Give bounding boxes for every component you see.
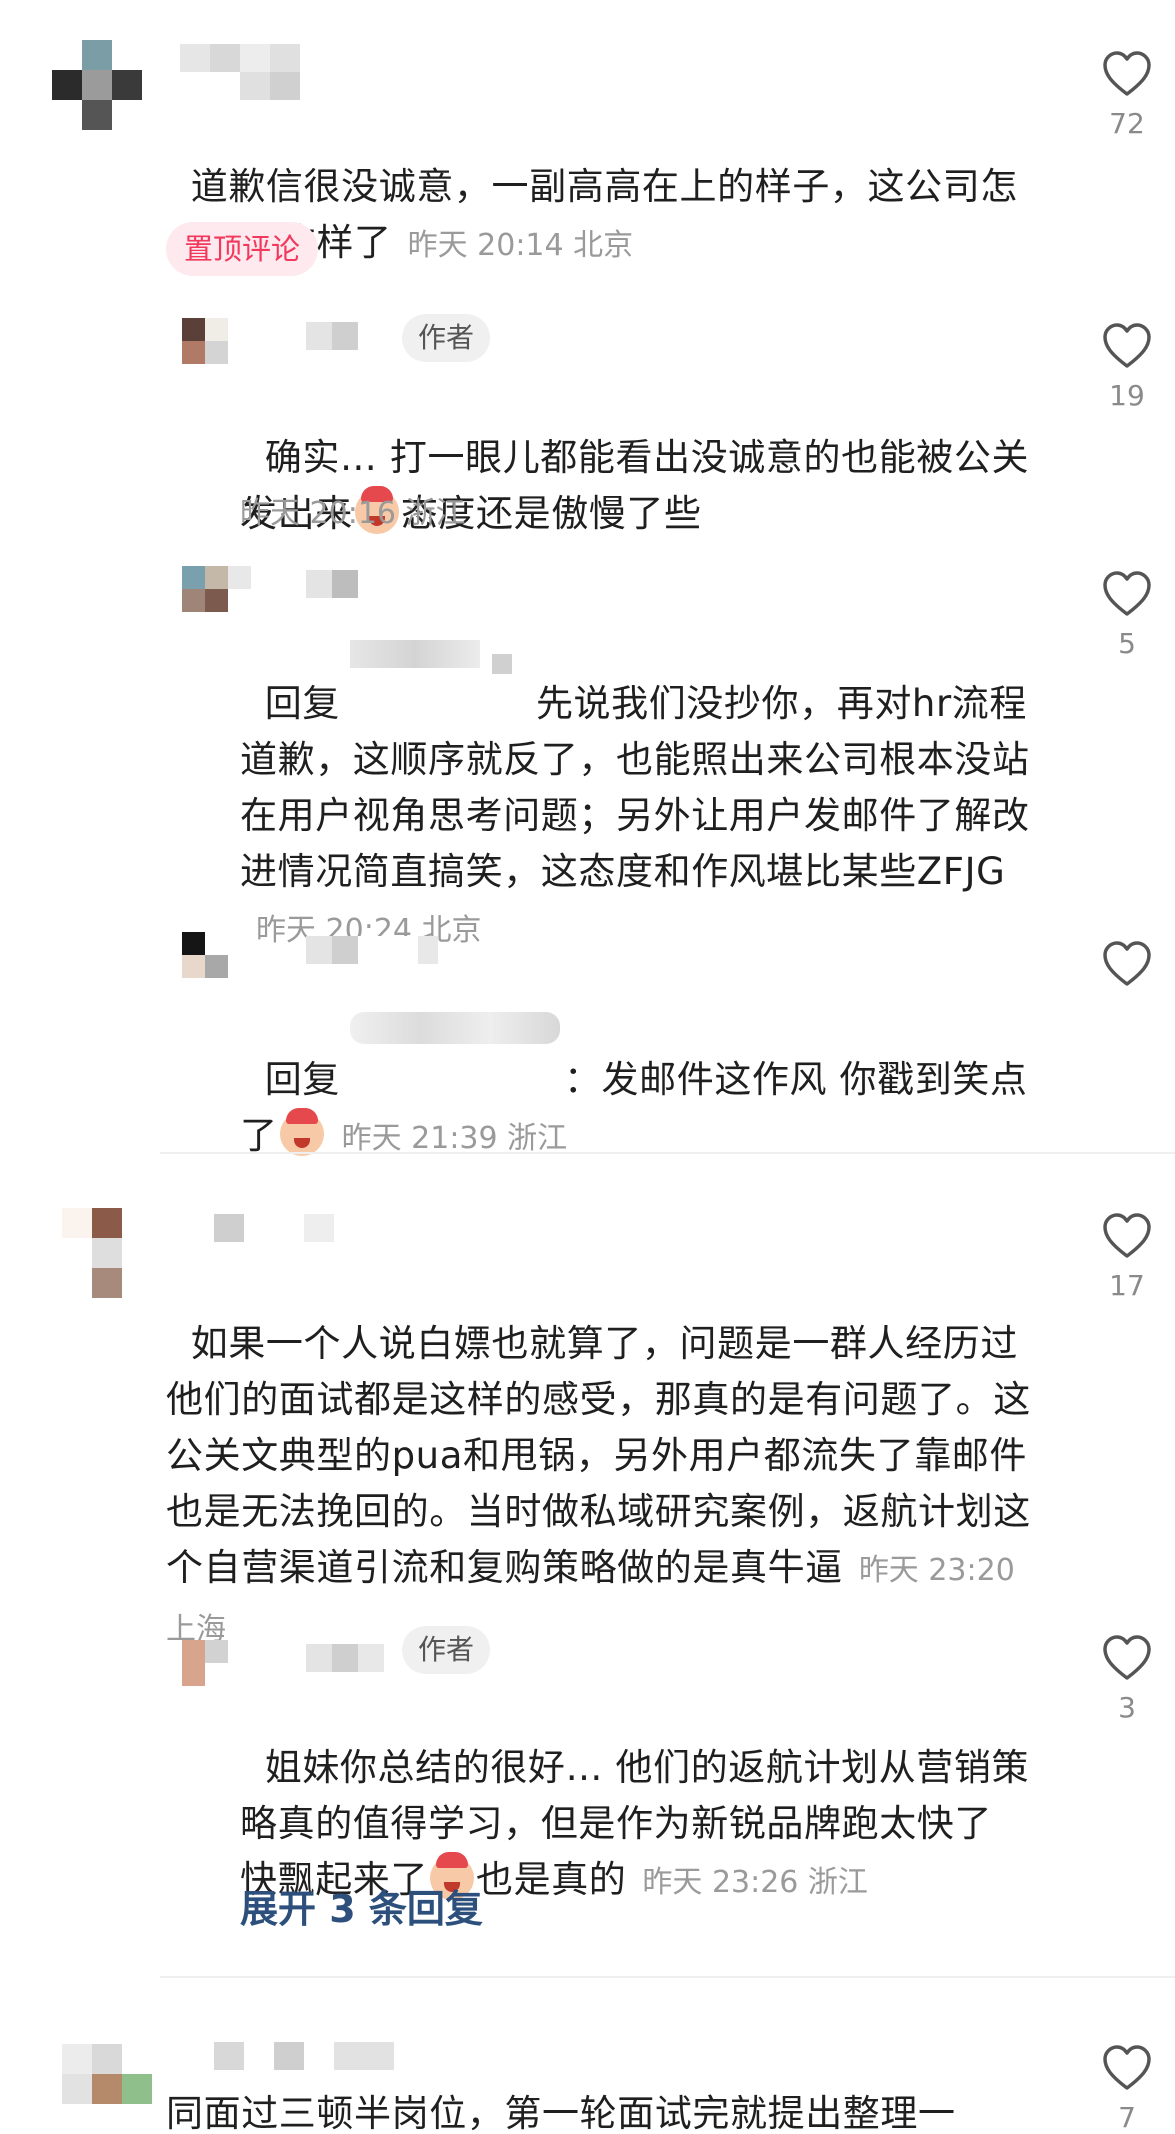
username-blurred[interactable]: [214, 1214, 334, 1242]
avatar[interactable]: [182, 932, 251, 1001]
reply-time: 昨天 20:16 浙江: [240, 496, 466, 531]
pinned-badge: 置顶评论: [166, 222, 319, 276]
like-button[interactable]: [1092, 940, 1162, 998]
divider: [160, 1976, 1175, 1978]
comment-text: 同面过三顿半岗位，第一轮面试完就提出整理一: [166, 2092, 956, 2131]
username-blurred[interactable]: [306, 570, 358, 598]
like-button[interactable]: 19: [1092, 322, 1162, 412]
like-button[interactable]: 17: [1092, 1212, 1162, 1302]
heart-outline-icon: [1103, 323, 1151, 368]
avatar[interactable]: [62, 2044, 152, 2134]
heart-outline-icon: [1103, 941, 1151, 986]
like-count: 17: [1109, 1269, 1145, 1302]
reply-text: 回复 先说我们没抄你，再对hr流程道歉，这顺序就反了，也能照出来公司根本没站在用户…: [240, 620, 1040, 959]
like-count: 3: [1118, 1691, 1136, 1724]
avatar[interactable]: [62, 1208, 152, 1298]
mentioned-user-blurred[interactable]: [350, 640, 480, 668]
divider: [160, 1152, 1175, 1154]
reply-time: 昨天 23:26 浙江: [642, 1865, 868, 1900]
author-badge: 作者: [402, 314, 491, 362]
reply-prefix: 回复: [264, 1058, 340, 1101]
avatar[interactable]: [52, 40, 142, 130]
comment-text-clip: 同面过三顿半岗位，第一轮面试完就提出整理一: [166, 2086, 1046, 2131]
like-button[interactable]: 5: [1092, 570, 1162, 660]
heart-outline-icon: [1103, 1635, 1151, 1680]
like-count: 5: [1118, 627, 1136, 660]
reply-prefix: 回复: [264, 682, 340, 725]
mentioned-user-blurred-2: [492, 654, 512, 674]
comment-text: 如果一个人说白嫖也就算了，问题是一群人经历过他们的面试都是这样的感受，那真的是有…: [166, 1322, 1031, 1647]
author-badge: 作者: [402, 1626, 491, 1674]
reply-text: 姐妹你总结的很好… 他们的返航计划从营销策略真的值得学习，但是作为新锐品牌跑太快…: [240, 1746, 1030, 1901]
like-button[interactable]: 7: [1092, 2044, 1162, 2134]
username-blurred[interactable]: [306, 322, 358, 350]
like-button[interactable]: 72: [1092, 50, 1162, 140]
username-blurred[interactable]: [214, 2042, 394, 2070]
like-button[interactable]: 3: [1092, 1634, 1162, 1724]
heart-outline-icon: [1103, 2045, 1151, 2090]
reply-time: 昨天 21:39 浙江: [341, 1121, 568, 1156]
reply-text: 回复 ：发邮件这作风 你戳到笑点了 昨天 21:39 浙江: [240, 996, 1040, 1167]
like-count: 7: [1118, 2101, 1136, 2134]
username-blurred[interactable]: [306, 936, 438, 964]
like-count: 72: [1109, 107, 1145, 140]
expand-replies-button[interactable]: 展开 3 条回复: [240, 1878, 483, 1933]
heart-outline-icon: [1103, 1213, 1151, 1258]
heart-outline-icon: [1103, 571, 1151, 616]
username-blurred[interactable]: [180, 44, 300, 72]
username-blurred-2: [240, 72, 300, 100]
comment-time: 昨天 20:14 北京: [407, 228, 634, 263]
crying-emoji-icon: [279, 1108, 324, 1156]
like-count: 19: [1109, 379, 1145, 412]
username-blurred[interactable]: [306, 1644, 384, 1672]
mentioned-user-blurred[interactable]: [350, 1012, 560, 1044]
heart-outline-icon: [1103, 51, 1151, 96]
